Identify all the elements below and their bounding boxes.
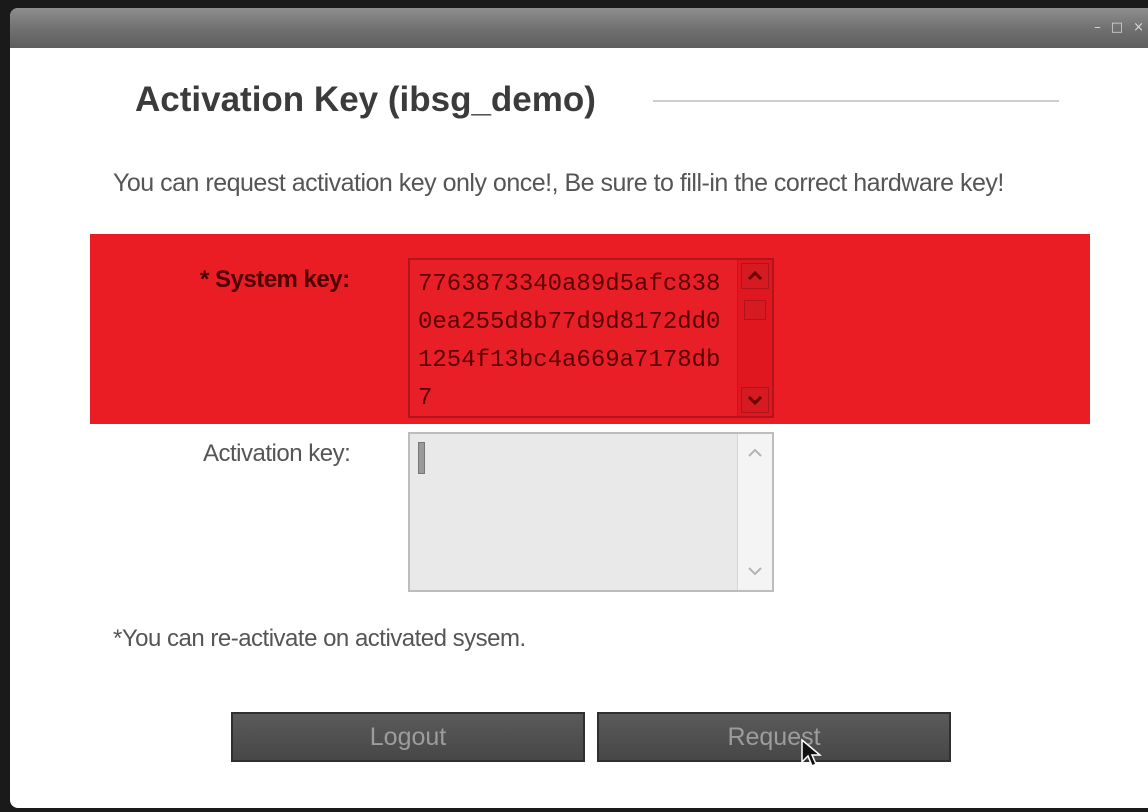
activation-key-label: Activation key: (203, 440, 351, 467)
activation-key-textarea[interactable] (408, 432, 774, 592)
maximize-button[interactable]: □ (1111, 20, 1123, 35)
chevron-down-icon (748, 567, 762, 576)
chevron-up-icon (747, 271, 763, 281)
notice-text: You can request activation key only once… (113, 169, 1004, 197)
title-bar[interactable]: – □ × (10, 8, 1148, 48)
mouse-pointer-icon (801, 738, 822, 768)
request-button[interactable]: Request (597, 712, 951, 762)
system-key-textarea[interactable]: 7763873340a89d5afc8380ea255d8b77d9d8172d… (408, 258, 774, 418)
chevron-down-icon (747, 395, 763, 405)
scroll-down-button[interactable] (741, 558, 769, 584)
logout-button[interactable]: Logout (231, 712, 585, 762)
scroll-down-button[interactable] (741, 387, 769, 413)
chevron-up-icon (748, 448, 762, 457)
title-divider (653, 100, 1059, 102)
page-title: Activation Key (ibsg_demo) (135, 80, 596, 119)
system-key-label: * System key: (200, 266, 350, 293)
close-button[interactable]: × (1133, 20, 1144, 35)
system-key-scrollbar[interactable] (737, 260, 772, 416)
scroll-up-button[interactable] (741, 263, 769, 289)
scroll-up-button[interactable] (741, 440, 769, 466)
system-key-value[interactable]: 7763873340a89d5afc8380ea255d8b77d9d8172d… (418, 266, 734, 418)
reactivate-footnote: *You can re-activate on activated sysem. (113, 625, 526, 652)
activation-key-scrollbar[interactable] (737, 434, 772, 590)
scroll-thumb[interactable] (744, 300, 766, 320)
minimize-button[interactable]: – (1094, 20, 1101, 35)
window-controls: – □ × (1094, 20, 1144, 35)
text-caret (418, 442, 425, 474)
